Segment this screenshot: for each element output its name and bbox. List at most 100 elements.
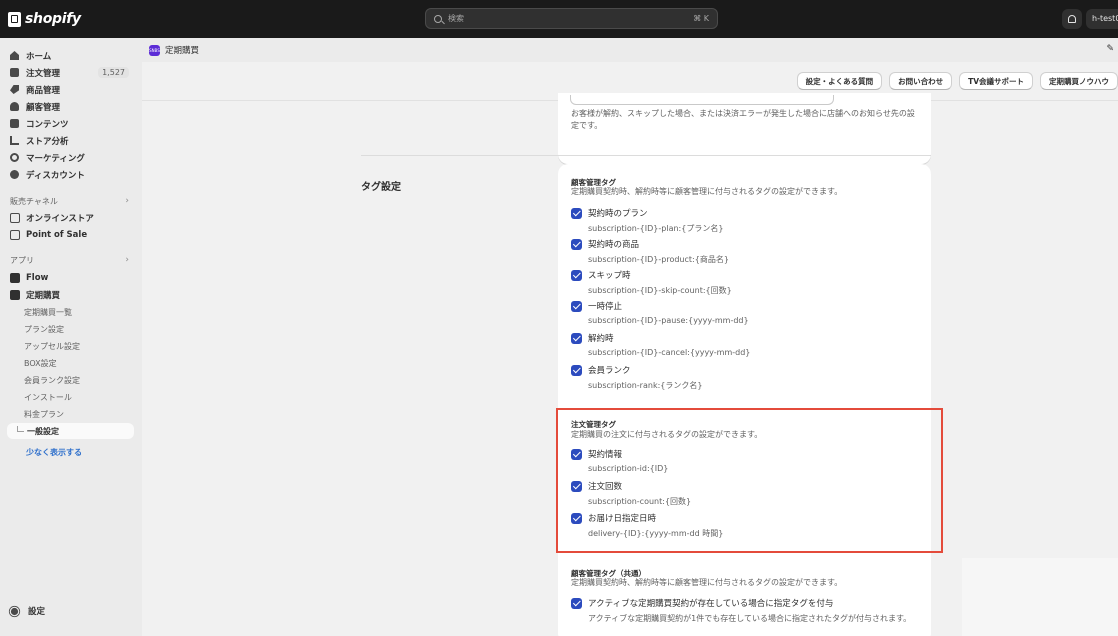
checkbox-checked-icon xyxy=(571,448,582,460)
app-title: 定期購買 xyxy=(165,46,200,56)
chart-icon xyxy=(10,136,19,145)
sidebar-item-content[interactable]: コンテンツ xyxy=(7,115,135,132)
checkbox-checked-icon xyxy=(571,512,582,524)
order-tags-desc: 定期購買の注文に付与されるタグの設定ができます。 xyxy=(571,430,763,439)
customer-tags-desc: 定期購買契約時、解約時等に顧客管理に付与されるタグの設定ができます。 xyxy=(571,187,843,196)
subitem-box-settings[interactable]: BOX設定 xyxy=(24,355,135,371)
checkbox-cancel[interactable]: 解約時 xyxy=(571,332,614,344)
checkbox-label: スキップ時 xyxy=(588,271,631,281)
section-label: アプリ xyxy=(10,255,34,265)
checkbox-checked-icon xyxy=(571,300,582,312)
subitem-general-settings[interactable]: 一般設定 xyxy=(7,423,134,439)
sidebar-item-label: 注文管理 xyxy=(26,68,61,79)
faq-button[interactable]: 設定・よくある質問 xyxy=(796,72,883,90)
contact-button[interactable]: お問い合わせ xyxy=(889,72,953,90)
checkbox-order-count[interactable]: 注文回数 xyxy=(571,480,622,492)
sidebar-item-analytics[interactable]: ストア分析 xyxy=(7,132,135,149)
shopify-logo[interactable]: shopify xyxy=(8,11,81,27)
sidebar-item-label: Flow xyxy=(26,272,49,283)
tree-connector xyxy=(17,426,24,432)
sidebar-item-subscription-app[interactable]: 定期購買 xyxy=(7,286,135,303)
checkbox-label: お届け日指定日時 xyxy=(588,514,657,524)
sidebar-item-settings[interactable]: 設定 xyxy=(10,605,45,617)
subitem-label: 一般設定 xyxy=(27,426,59,436)
sidebar-item-label: 定期購買 xyxy=(26,290,61,301)
checkbox-delivery-date[interactable]: お届け日指定日時 xyxy=(571,512,656,524)
checkbox-help: subscription-{ID}-pause:{yyyy-mm-dd} xyxy=(588,316,749,325)
common-tags-desc: 定期購買契約時、解約時等に顧客管理に付与されるタグの設定ができます。 xyxy=(571,578,843,587)
sidebar-item-label: ディスカウント xyxy=(26,170,85,181)
sidebar-item-label: Point of Sale xyxy=(26,229,88,240)
faint-overlay xyxy=(962,558,1118,636)
tv-support-button[interactable]: TV会議サポート xyxy=(959,72,1033,90)
checkbox-contract-product[interactable]: 契約時の商品 xyxy=(571,238,639,250)
notification-help-text: お客様が解約、スキップした場合、または決済エラーが発生した場合に店舗へのお知らせ… xyxy=(571,109,915,130)
sidebar-item-label: マーケティング xyxy=(26,153,85,164)
checkbox-help: delivery-{ID}:{yyyy-mm-dd 時間} xyxy=(588,529,724,538)
subitem-rank-settings[interactable]: 会員ランク設定 xyxy=(24,372,135,388)
sales-channels-header[interactable]: 販売チャネル › xyxy=(7,194,135,208)
orders-count-badge: 1,527 xyxy=(98,67,129,78)
main-content: SNBS 定期購買 ✎ 設定・よくある質問 お問い合わせ TV会議サポート 定期… xyxy=(142,38,1118,636)
checkbox-label: アクティブな定期購買契約が存在している場合に指定タグを付与 xyxy=(588,599,834,609)
checkbox-checked-icon xyxy=(571,269,582,281)
sidebar-item-discounts[interactable]: ディスカウント xyxy=(7,166,135,183)
checkbox-label: 一時停止 xyxy=(588,302,623,312)
subitem-plan-settings[interactable]: プラン設定 xyxy=(24,321,135,337)
checkbox-help: subscription-rank:{ランク名} xyxy=(588,381,703,390)
search-icon xyxy=(434,14,442,23)
subitem-subscription-list[interactable]: 定期購買一覧 xyxy=(24,304,135,320)
checkbox-help: subscription-id:{ID} xyxy=(588,464,669,473)
store-menu-button[interactable]: h-test01 xyxy=(1086,9,1118,29)
checkbox-checked-icon xyxy=(571,480,582,492)
subitem-install[interactable]: インストール xyxy=(24,389,135,405)
checkbox-help: アクティブな定期購買契約が1件でも存在している場合に指定されたタグが付与されます… xyxy=(588,614,912,623)
subitem-pricing[interactable]: 料金プラン xyxy=(24,406,135,422)
show-less-link[interactable]: 少なく表示する xyxy=(26,447,82,458)
sidebar-item-label: 顧客管理 xyxy=(26,102,61,113)
knowhow-button[interactable]: 定期購買ノウハウ xyxy=(1040,72,1118,90)
checkbox-skip[interactable]: スキップ時 xyxy=(571,269,631,281)
content-icon xyxy=(10,119,19,128)
sidebar-item-home[interactable]: ホーム xyxy=(7,47,135,64)
target-icon xyxy=(10,153,19,162)
bell-icon xyxy=(1068,15,1076,23)
checkbox-help: subscription-{ID}-plan:{プラン名} xyxy=(588,224,724,233)
tag-settings-card xyxy=(558,164,931,636)
pin-icon[interactable]: ✎ xyxy=(1106,44,1114,54)
checkbox-contract-plan[interactable]: 契約時のプラン xyxy=(571,207,648,219)
notifications-button[interactable] xyxy=(1062,9,1082,29)
top-bar: shopify 検索 ⌘ K h-test01 xyxy=(0,0,1118,38)
sidebar-item-pos[interactable]: Point of Sale xyxy=(7,226,135,243)
sidebar: ホーム 注文管理 1,527 商品管理 顧客管理 コンテンツ ストア分析 マーケ… xyxy=(0,38,142,636)
apps-header[interactable]: アプリ › xyxy=(7,253,135,267)
checkbox-help: subscription-{ID}-cancel:{yyyy-mm-dd} xyxy=(588,348,751,357)
subitem-upsell-settings[interactable]: アップセル設定 xyxy=(24,338,135,354)
sidebar-item-marketing[interactable]: マーケティング xyxy=(7,149,135,166)
sidebar-item-online-store[interactable]: オンラインストア xyxy=(7,209,135,226)
checkbox-member-rank[interactable]: 会員ランク xyxy=(571,364,631,376)
sidebar-item-orders[interactable]: 注文管理 1,527 xyxy=(7,64,135,81)
subscription-app-icon xyxy=(10,289,20,300)
notification-textarea[interactable] xyxy=(570,95,834,105)
shopify-bag-icon xyxy=(8,11,21,27)
search-input[interactable]: 検索 ⌘ K xyxy=(425,8,718,29)
checkbox-contract-info[interactable]: 契約情報 xyxy=(571,448,622,460)
checkbox-active-contract-tag[interactable]: アクティブな定期購買契約が存在している場合に指定タグを付与 xyxy=(571,597,833,609)
chevron-right-icon: › xyxy=(125,255,129,265)
sidebar-item-label: ホーム xyxy=(26,51,52,62)
search-placeholder: 検索 xyxy=(448,14,464,23)
inbox-icon xyxy=(10,68,19,77)
checkbox-pause[interactable]: 一時停止 xyxy=(571,300,622,312)
discount-icon xyxy=(10,170,19,179)
sidebar-item-customers[interactable]: 顧客管理 xyxy=(7,98,135,115)
subscription-app-icon: SNBS xyxy=(149,44,160,56)
sidebar-item-products[interactable]: 商品管理 xyxy=(7,81,135,98)
checkbox-label: 解約時 xyxy=(588,334,614,344)
sidebar-item-flow[interactable]: Flow xyxy=(7,269,135,286)
logo-text: shopify xyxy=(25,11,81,27)
checkbox-checked-icon xyxy=(571,238,582,250)
checkbox-help: subscription-count:{回数} xyxy=(588,497,692,506)
checkbox-checked-icon xyxy=(571,207,582,219)
settings-label: 設定 xyxy=(28,607,46,617)
